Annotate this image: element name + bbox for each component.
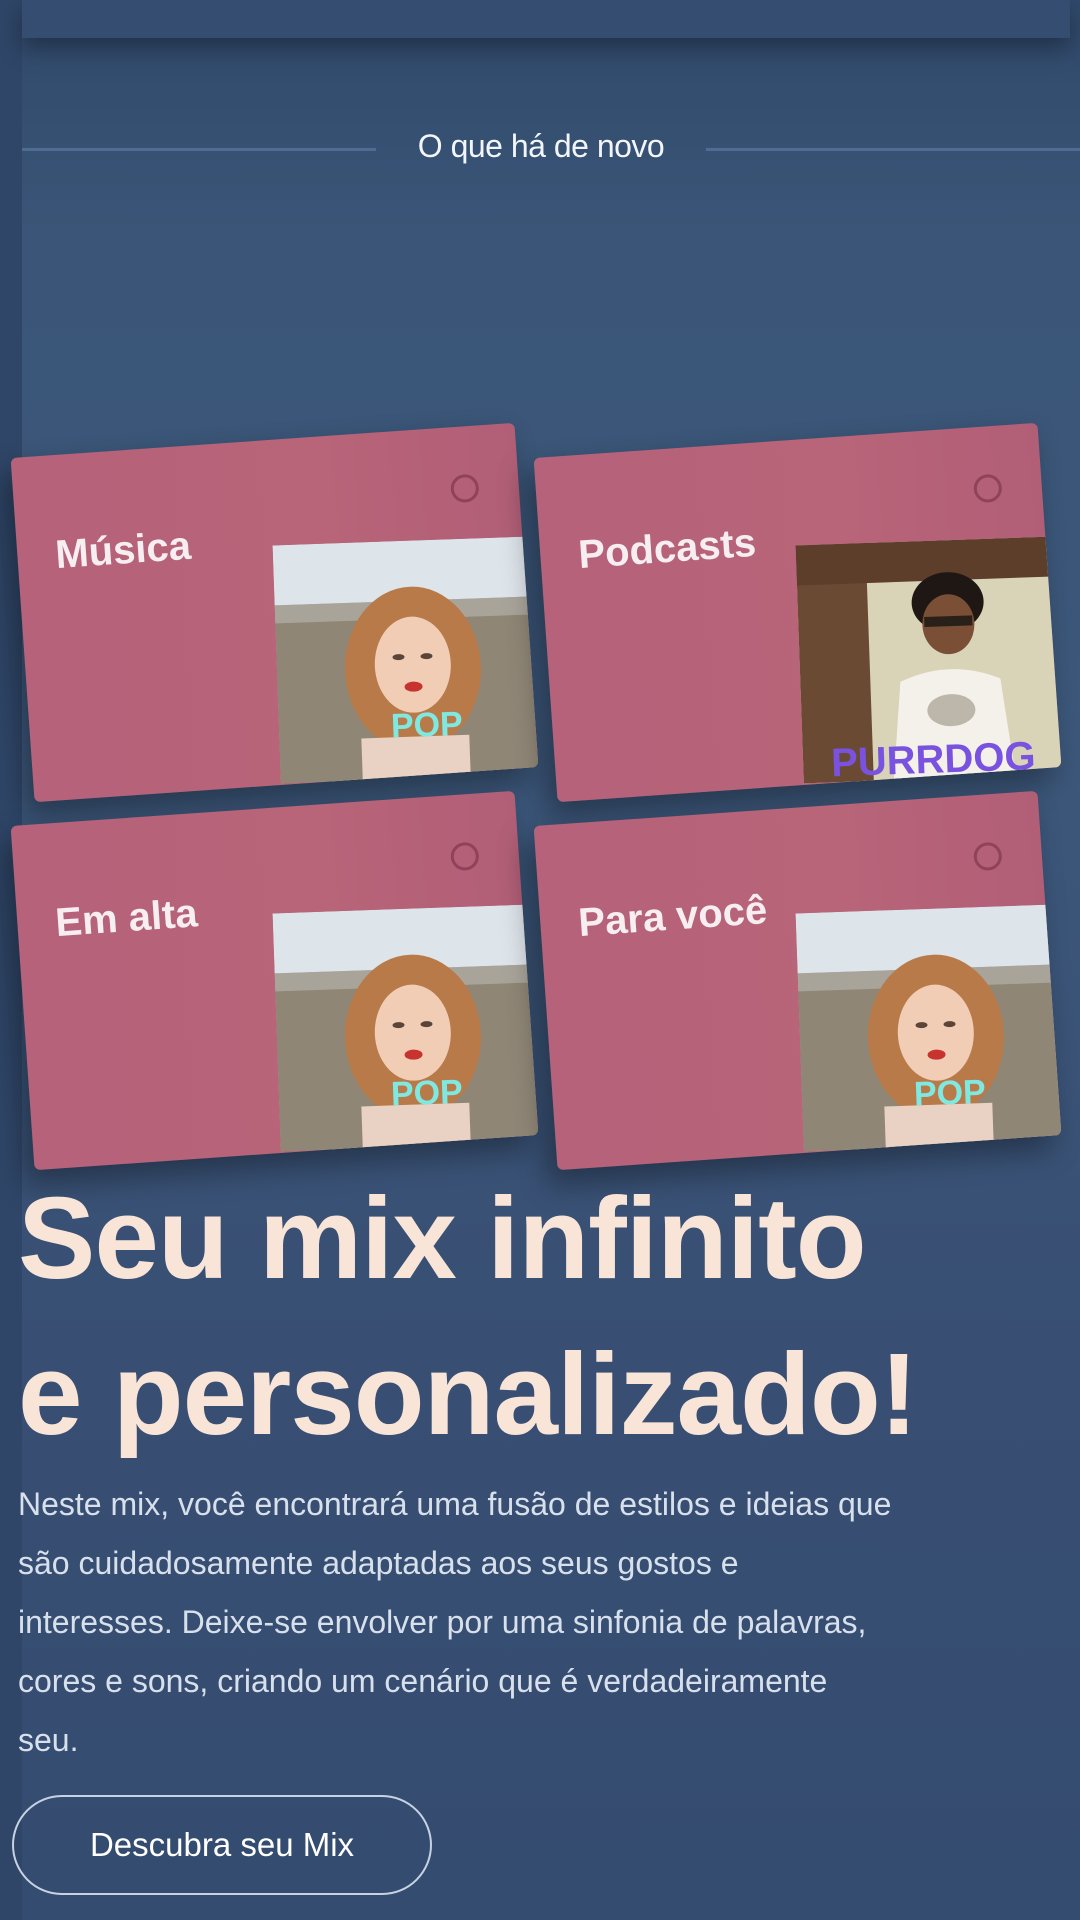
category-card-podcasts[interactable]: Podcasts PURRDOG [533,422,1062,803]
section-title: O que há de novo [417,128,665,164]
card-label: Para você [576,888,769,946]
card-radio-button[interactable] [972,841,1003,872]
page: O que há de novo Música POP Podcasts PUR… [0,0,1080,1920]
card-label: Podcasts [576,520,758,578]
album-cover: POP [272,536,539,784]
category-card-para-voce[interactable]: Para você POP [533,790,1062,1171]
description-line: interesses. Deixe-se envolver por uma si… [18,1604,867,1640]
description-line: cores e sons, criando um cenário que é v… [18,1663,828,1699]
svg-text:POP: POP [390,705,463,745]
svg-text:POP: POP [390,1073,463,1113]
top-panel [22,0,1070,38]
hero-headline-line-2: e personalizado! [18,1329,918,1459]
album-cover: POP [272,904,539,1152]
hero-headline-line-1: Seu mix infinito [18,1173,867,1303]
hero-description: Neste mix, você encontrará uma fusão de … [18,1475,1078,1770]
svg-text:PURRDOG: PURRDOG [830,734,1036,783]
card-label: Em alta [53,891,199,946]
section-divider: O que há de novo [22,122,1080,178]
category-card-musica[interactable]: Música POP [10,422,539,803]
card-radio-button[interactable] [449,841,480,872]
description-line: são cuidadosamente adaptadas aos seus go… [18,1545,739,1581]
category-card-em-alta[interactable]: Em alta POP [10,790,539,1171]
divider-line-right [706,148,1080,151]
card-radio-button[interactable] [972,473,1003,504]
description-line: Neste mix, você encontrará uma fusão de … [18,1486,892,1522]
podcast-cover: PURRDOG [795,536,1062,784]
svg-text:POP: POP [913,1073,986,1113]
description-line: seu. [18,1722,79,1758]
card-radio-button[interactable] [449,473,480,504]
album-cover: POP [795,904,1062,1152]
card-label: Música [53,523,193,578]
discover-mix-button[interactable]: Descubra seu Mix [12,1795,432,1895]
hero-headline: Seu mix infinito e personalizado! [18,1160,1078,1472]
divider-line-left [22,148,376,151]
